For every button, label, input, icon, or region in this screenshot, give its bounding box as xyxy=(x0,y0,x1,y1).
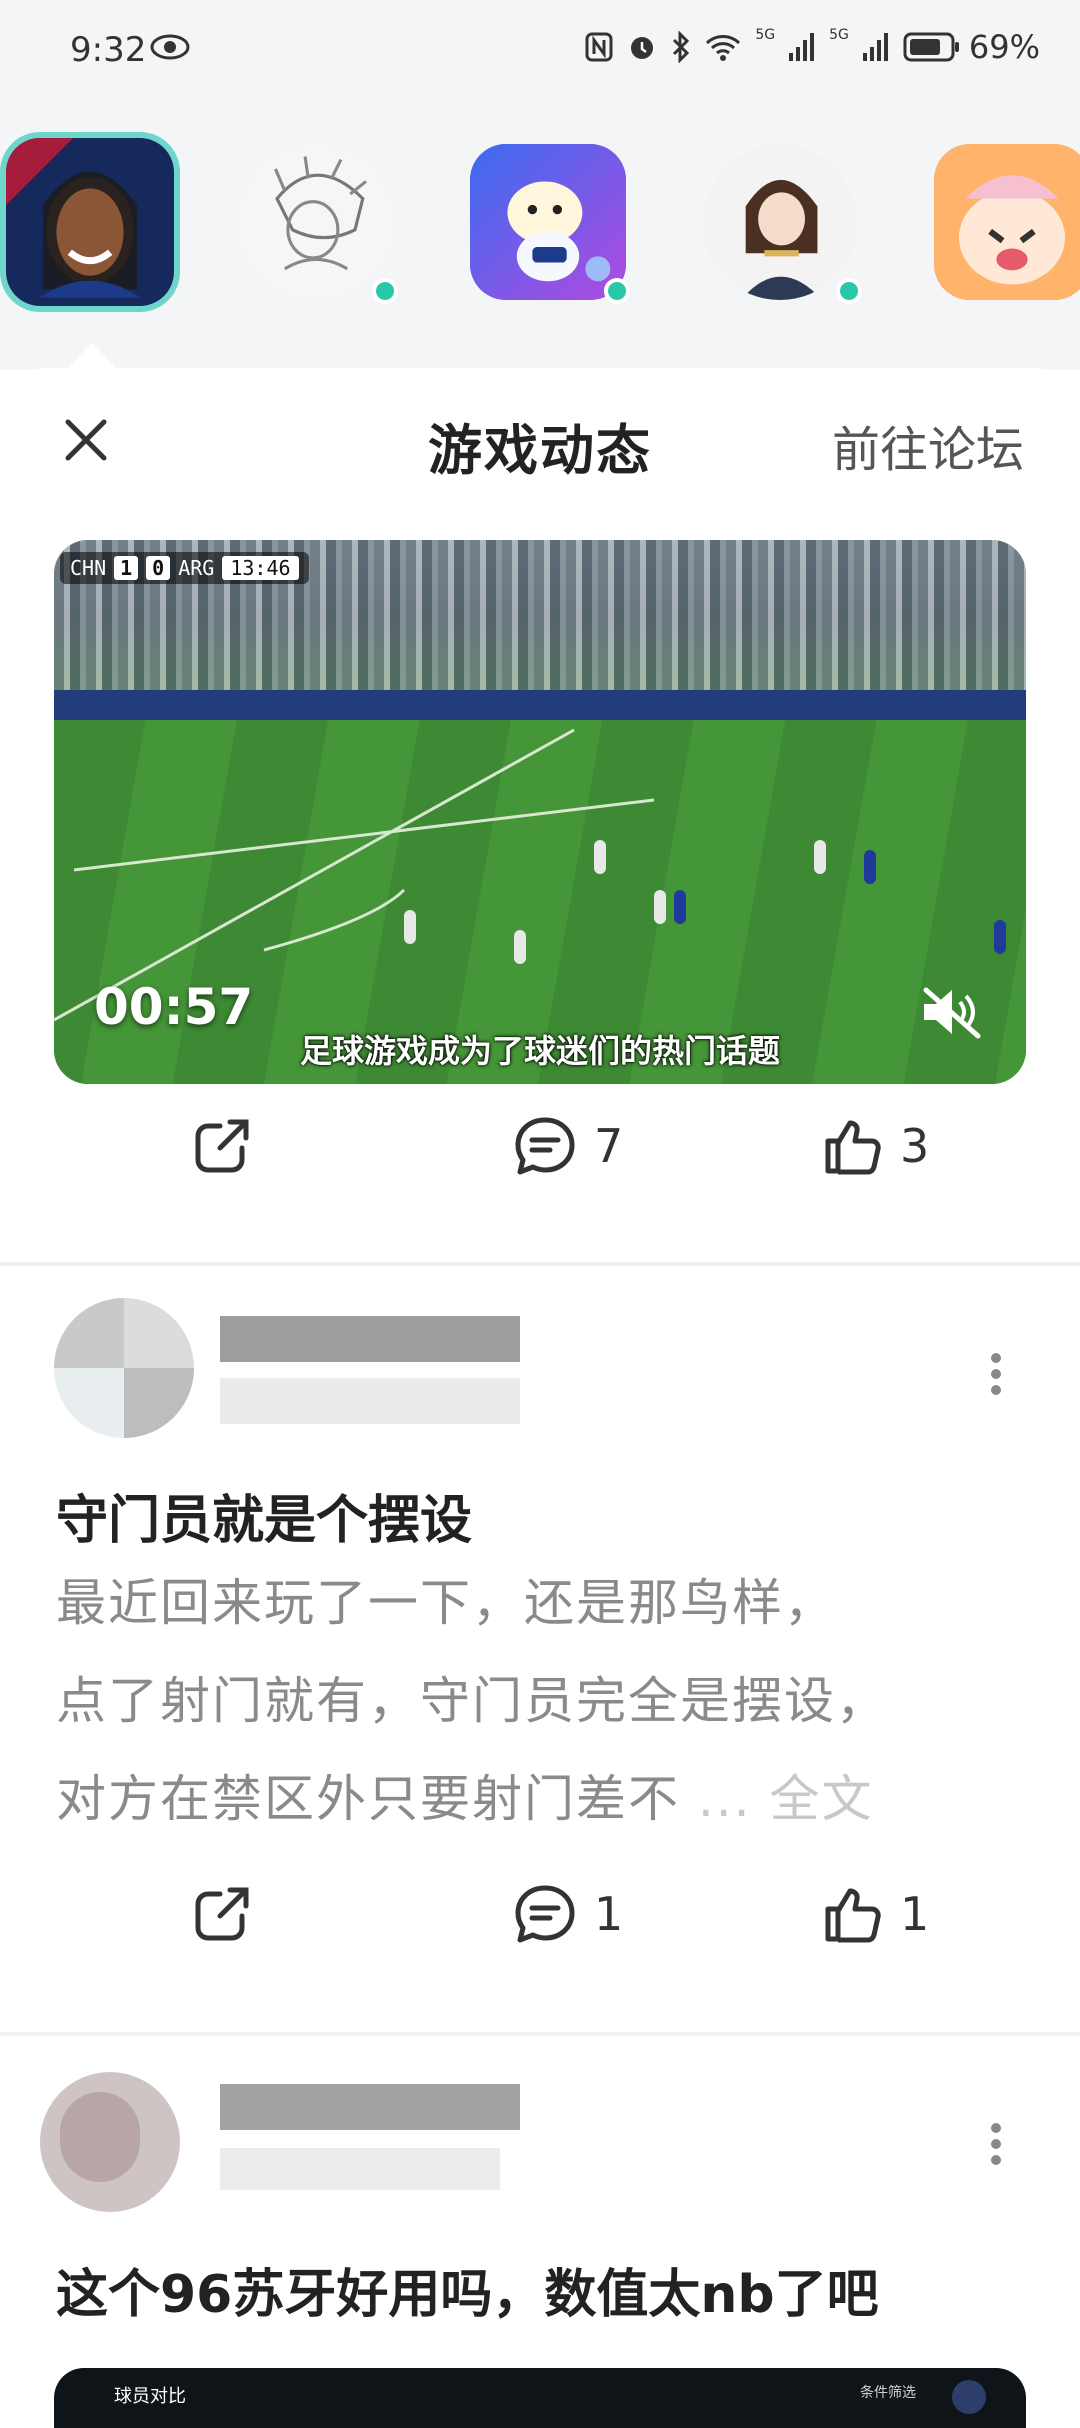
match-clock: 13:46 xyxy=(222,556,299,580)
status-bar: 9:32 5G 5G 69% xyxy=(0,0,1080,100)
post-title[interactable]: 这个96苏牙好用吗，数值太nb了吧 xyxy=(56,2252,879,2327)
home-score: 1 xyxy=(114,556,139,580)
go-to-forum-link[interactable]: 前往论坛 xyxy=(832,410,1024,480)
sheet-header: 游戏动态 前往论坛 xyxy=(0,368,1080,508)
player-figure xyxy=(994,920,1006,954)
player-figure xyxy=(514,930,526,964)
home-team: CHN xyxy=(70,556,107,580)
player-figure xyxy=(594,840,606,874)
network-label-2: 5G xyxy=(829,27,849,43)
comment-button[interactable]: 7 xyxy=(512,1114,623,1178)
game-switcher xyxy=(0,100,1080,370)
signal-icon xyxy=(862,33,888,61)
player-figure xyxy=(404,910,416,944)
comment-icon xyxy=(515,1885,575,1943)
game-feed-sheet: 游戏动态 前往论坛 CHN 1 0 ARG 13:46 00:57 足球游戏成为… xyxy=(0,368,1080,2400)
video-ad-board xyxy=(54,690,1026,720)
anime-girl-avatar[interactable] xyxy=(702,144,858,300)
match-scoreboard: CHN 1 0 ARG 13:46 xyxy=(60,552,309,584)
anime-girl-icon xyxy=(702,144,858,300)
like-count: 1 xyxy=(900,1887,930,1941)
selection-pointer xyxy=(66,342,118,370)
battery: 69% xyxy=(903,28,1040,66)
battery-level: 69% xyxy=(968,28,1040,66)
share-button[interactable] xyxy=(190,1882,254,1946)
status-time: 9:32 xyxy=(70,30,147,70)
post-actions: 1 1 xyxy=(0,1874,1080,1954)
comment-count: 7 xyxy=(594,1119,624,1173)
post-title[interactable]: 守门员就是个摆设 xyxy=(56,1478,472,1553)
divider xyxy=(0,2032,1080,2036)
wifi-icon xyxy=(706,35,741,61)
alarm-icon xyxy=(631,37,654,59)
video-player[interactable]: CHN 1 0 ARG 13:46 00:57 足球游戏成为了球迷们的热门话题 xyxy=(54,540,1026,1084)
author-name-redacted xyxy=(220,2084,520,2130)
read-more-link[interactable]: 全文 xyxy=(770,1770,874,1828)
player-figure xyxy=(674,890,686,924)
share-icon xyxy=(195,1119,249,1173)
post-date-redacted xyxy=(220,2148,500,2190)
like-button[interactable]: 1 xyxy=(822,1883,929,1945)
signal-icon xyxy=(789,33,815,61)
avatar[interactable] xyxy=(54,1298,194,1438)
away-team: ARG xyxy=(178,556,215,580)
sketch-character-icon xyxy=(238,144,394,300)
player-figure xyxy=(654,890,666,924)
status-icons: 5G 5G 69% xyxy=(585,27,1040,66)
share-button[interactable] xyxy=(190,1114,254,1178)
share-icon xyxy=(195,1887,249,1941)
ellipsis: ... xyxy=(697,1770,752,1828)
online-indicator xyxy=(604,278,630,304)
author-name-redacted xyxy=(220,1316,520,1362)
away-score: 0 xyxy=(146,556,171,580)
ronaldinho-avatar[interactable] xyxy=(0,132,180,312)
network-label-1: 5G xyxy=(755,27,776,43)
divider xyxy=(0,1262,1080,1266)
thumbs-up-icon xyxy=(825,1888,881,1943)
video-caption: 足球游戏成为了球迷们的热门话题 xyxy=(299,1032,780,1070)
eye-icon xyxy=(150,34,190,60)
thumbnail-menu-icon xyxy=(952,2380,986,2414)
post-body-line: 对方在禁区外只要射门差不 xyxy=(56,1770,680,1828)
avatar[interactable] xyxy=(40,2072,180,2212)
more-options-icon[interactable] xyxy=(988,1352,1004,1396)
post-body-line: 点了射门就有，守门员完全是摆设， xyxy=(56,1672,888,1730)
battery-icon xyxy=(903,32,959,62)
thumbnail-sub-label: 条件筛选 xyxy=(860,2385,916,2401)
video-post-actions: 7 3 xyxy=(0,1106,1080,1186)
mascot-game-avatar[interactable] xyxy=(470,144,626,300)
thumbnail-label: 球员对比 xyxy=(114,2386,186,2407)
online-indicator xyxy=(836,278,862,304)
mascot-icon xyxy=(470,144,626,300)
online-indicator xyxy=(372,278,398,304)
comment-button[interactable]: 1 xyxy=(512,1882,623,1946)
like-button[interactable]: 3 xyxy=(822,1115,929,1177)
like-count: 3 xyxy=(900,1119,930,1173)
more-options-icon[interactable] xyxy=(988,2122,1004,2166)
player-portrait-icon xyxy=(6,138,174,306)
thumbs-up-icon xyxy=(825,1120,881,1175)
cartoon-tiger-avatar[interactable] xyxy=(934,144,1080,300)
post-body-line-last: 对方在禁区外只要射门差不 ... 全文 xyxy=(56,1750,1036,1848)
comment-count: 1 xyxy=(594,1887,624,1941)
cartoon-tiger-icon xyxy=(934,144,1080,300)
post-body[interactable]: 最近回来玩了一下，还是那鸟样， 点了射门就有，守门员完全是摆设， 对方在禁区外只… xyxy=(56,1554,1036,1848)
bluetooth-icon xyxy=(673,31,690,63)
nfc-icon xyxy=(585,32,613,62)
comment-icon xyxy=(515,1117,575,1175)
player-figure xyxy=(864,850,876,884)
sketch-character-avatar[interactable] xyxy=(238,144,394,300)
post-date-redacted xyxy=(220,1378,520,1424)
player-figure xyxy=(814,840,826,874)
post-image-thumbnail[interactable]: 球员对比 条件筛选 xyxy=(54,2368,1026,2428)
post-body-line: 最近回来玩了一下，还是那鸟样， xyxy=(56,1574,836,1632)
